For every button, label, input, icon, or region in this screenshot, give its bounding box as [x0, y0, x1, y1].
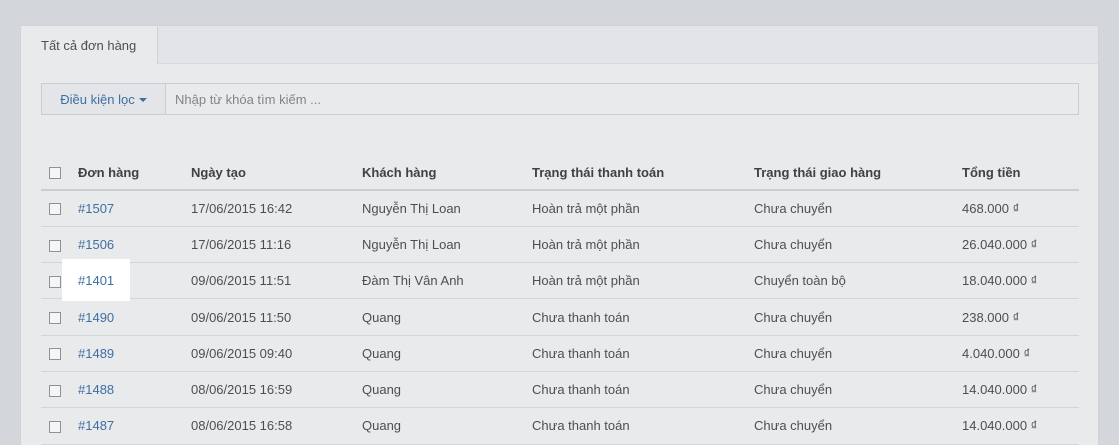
order-link[interactable]: #1488 [78, 382, 114, 397]
header-order[interactable]: Đơn hàng [78, 155, 191, 191]
orders-table: Đơn hàng Ngày tạo Khách hàng Trạng thái … [41, 155, 1079, 445]
header-select-all-cell [41, 155, 78, 191]
header-total[interactable]: Tổng tiền [962, 155, 1079, 191]
payment-status: Chưa thanh toán [532, 335, 754, 372]
filter-conditions-button[interactable]: Điều kiện lọc [42, 84, 166, 114]
row-checkbox[interactable] [49, 420, 61, 433]
table-row[interactable]: #1490 09/06/2015 11:50 Quang Chưa thanh … [41, 298, 1079, 336]
order-date: 09/06/2015 11:50 [191, 298, 362, 336]
table-row[interactable]: #1489 09/06/2015 09:40 Quang Chưa thanh … [41, 335, 1079, 372]
order-link[interactable]: #1506 [78, 237, 114, 252]
shipping-status: Chưa chuyển [754, 190, 962, 227]
row-checkbox[interactable] [49, 275, 61, 288]
row-checkbox[interactable] [49, 312, 61, 325]
shipping-status: Chưa chuyển [754, 298, 962, 336]
customer-name: Quang [362, 407, 532, 445]
payment-status: Chưa thanh toán [532, 371, 754, 409]
header-shipping-status[interactable]: Trạng thái giao hàng [754, 155, 962, 191]
filter-bar: Điều kiện lọc [41, 83, 1079, 115]
order-link[interactable]: #1507 [78, 201, 114, 216]
order-date: 08/06/2015 16:58 [191, 407, 362, 445]
customer-name: Quang [362, 335, 532, 372]
caret-down-icon [138, 98, 147, 102]
order-total: 18.040.000 ₫ [962, 262, 1079, 300]
filter-button-label: Điều kiện lọc [60, 91, 135, 107]
header-payment-status[interactable]: Trạng thái thanh toán [532, 155, 754, 191]
header-customer[interactable]: Khách hàng [362, 155, 532, 191]
table-row[interactable]: #1507 17/06/2015 16:42 Nguyễn Thị Loan H… [41, 190, 1079, 227]
row-checkbox[interactable] [49, 203, 61, 216]
order-date: 17/06/2015 11:16 [191, 226, 362, 264]
order-link[interactable]: #1490 [78, 310, 114, 325]
shipping-status: Chuyển toàn bộ [754, 262, 962, 300]
highlighted-order-link[interactable]: #1401 [78, 273, 114, 288]
order-date: 09/06/2015 09:40 [191, 335, 362, 372]
row-checkbox[interactable] [49, 384, 61, 397]
table-row[interactable]: #1488 08/06/2015 16:59 Quang Chưa thanh … [41, 371, 1079, 409]
order-total: 238.000 ₫ [962, 298, 1079, 336]
shipping-status: Chưa chuyển [754, 335, 962, 372]
customer-name: Đàm Thị Vân Anh [362, 262, 532, 300]
order-date: 17/06/2015 16:42 [191, 190, 362, 227]
order-link[interactable]: #1489 [78, 346, 114, 361]
customer-name: Nguyễn Thị Loan [362, 190, 532, 227]
order-date: 08/06/2015 16:59 [191, 371, 362, 409]
header-date[interactable]: Ngày tạo [191, 155, 362, 191]
payment-status: Hoàn trả một phần [532, 262, 754, 300]
table-row[interactable]: #1506 17/06/2015 11:16 Nguyễn Thị Loan H… [41, 226, 1079, 264]
row-checkbox[interactable] [49, 348, 61, 361]
search-input[interactable] [166, 84, 1078, 114]
customer-name: Quang [362, 371, 532, 409]
tab-bar: Tất cả đơn hàng [20, 25, 1098, 64]
order-link[interactable]: #1487 [78, 418, 114, 433]
table-header-row: Đơn hàng Ngày tạo Khách hàng Trạng thái … [41, 155, 1079, 191]
table-row[interactable]: #1487 08/06/2015 16:58 Quang Chưa thanh … [41, 407, 1079, 445]
order-total: 4.040.000 ₫ [962, 335, 1079, 372]
payment-status: Hoàn trả một phần [532, 226, 754, 264]
highlighted-order-spotlight: #1401 [62, 259, 130, 301]
customer-name: Nguyễn Thị Loan [362, 226, 532, 264]
order-total: 14.040.000 ₫ [962, 371, 1079, 409]
row-checkbox[interactable] [49, 239, 61, 252]
payment-status: Hoàn trả một phần [532, 190, 754, 227]
payment-status: Chưa thanh toán [532, 407, 754, 445]
order-total: 26.040.000 ₫ [962, 226, 1079, 264]
shipping-status: Chưa chuyển [754, 226, 962, 264]
select-all-checkbox[interactable] [49, 167, 61, 180]
tab-all-orders[interactable]: Tất cả đơn hàng [20, 25, 158, 64]
orders-panel: Tất cả đơn hàng Điều kiện lọc Đơn hàng N… [20, 25, 1099, 445]
order-total: 14.040.000 ₫ [962, 407, 1079, 445]
order-date: 09/06/2015 11:51 [191, 262, 362, 300]
order-total: 468.000 ₫ [962, 190, 1079, 227]
table-row[interactable]: #1401 09/06/2015 11:51 Đàm Thị Vân Anh H… [41, 262, 1079, 300]
shipping-status: Chưa chuyển [754, 371, 962, 409]
payment-status: Chưa thanh toán [532, 298, 754, 336]
customer-name: Quang [362, 298, 532, 336]
shipping-status: Chưa chuyển [754, 407, 962, 445]
